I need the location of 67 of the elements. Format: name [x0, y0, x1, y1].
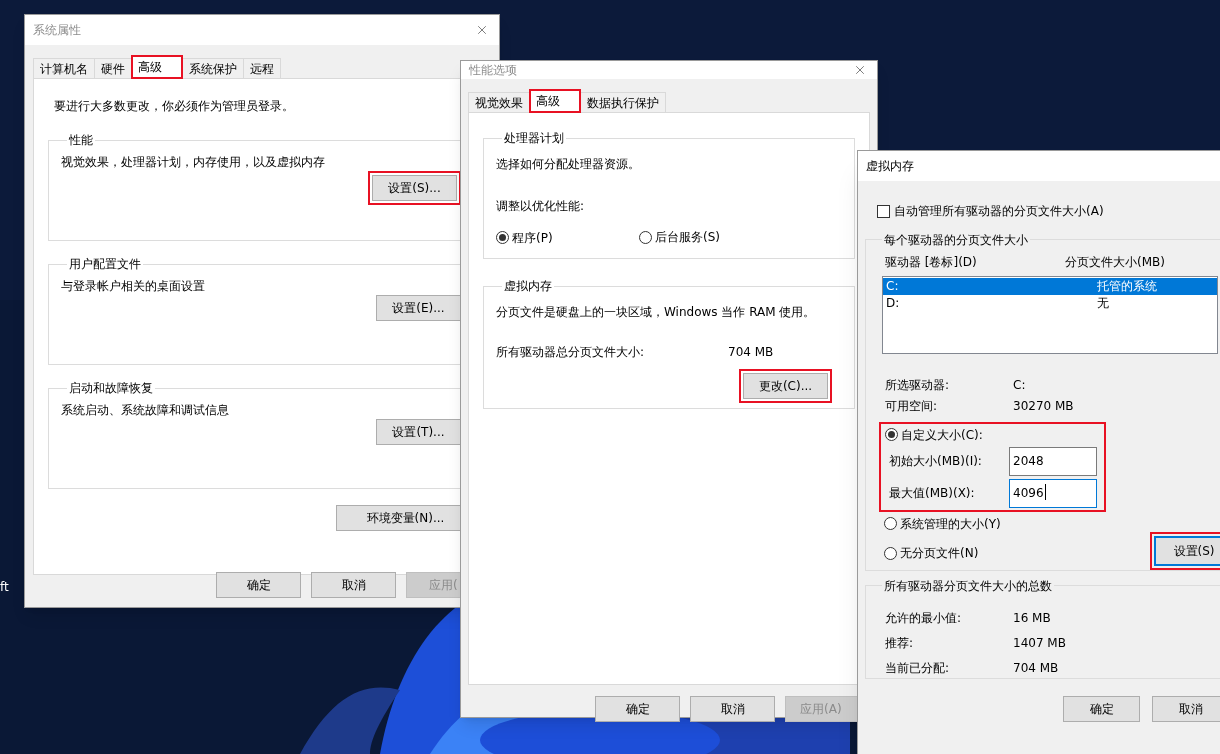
group-description: 系统启动、系统故障和调试信息 [61, 402, 230, 419]
group-description: 视觉效果，处理器计划，内存使用，以及虚拟内存 [61, 154, 326, 171]
dialog-button[interactable]: 设置(T)... [376, 419, 461, 445]
window-title: 性能选项 [469, 62, 517, 79]
info-value: 16 MB [1013, 609, 1051, 627]
dialog-button[interactable]: 设置(S) [1154, 535, 1220, 566]
drive-cell-text: D: [885, 295, 901, 312]
group-title: 虚拟内存 [503, 278, 553, 295]
tab[interactable]: 高级 [131, 55, 183, 79]
size-cell-text: 托管的系统 [1097, 278, 1157, 295]
input-field[interactable]: 2048 [1009, 446, 1097, 476]
info-value: 30270 MB [1013, 397, 1074, 415]
radio-button[interactable]: 无分页文件(N) [884, 544, 979, 562]
info-value: 704 MB [1013, 659, 1059, 677]
close-icon[interactable] [475, 23, 489, 37]
notice-text: 要进行大多数更改，你必须作为管理员登录。 [53, 98, 295, 115]
dialog-button[interactable]: 设置(E)... [376, 295, 461, 321]
dialog-button[interactable]: 确定 [216, 572, 301, 598]
radio-button[interactable]: 后台服务(S) [639, 228, 720, 246]
window-title: 系统属性 [33, 22, 81, 39]
checkbox[interactable]: 自动管理所有驱动器的分页文件大小(A) [877, 202, 1104, 220]
dialog-button[interactable]: 更改(C)... [743, 373, 828, 399]
tab[interactable]: 视觉效果 [468, 92, 530, 113]
dialog-button[interactable]: 确定 [595, 696, 680, 722]
field-value: 704 MB [728, 344, 774, 361]
close-icon[interactable] [853, 63, 867, 77]
group-title: 启动和故障恢复 [68, 380, 154, 397]
dialog-button[interactable]: 取消 [1152, 695, 1220, 722]
field-label: 最大值(MB)(X): [888, 485, 976, 502]
info-label: 允许的最小值: [885, 609, 963, 627]
tab[interactable]: 远程 [243, 58, 281, 79]
radio-button[interactable]: 系统管理的大小(Y) [884, 514, 1001, 533]
group-title: 处理器计划 [503, 130, 565, 147]
tab[interactable]: 数据执行保护 [580, 92, 666, 113]
group-title: 用户配置文件 [68, 256, 142, 273]
column-header: 驱动器 [卷标](D) [885, 253, 978, 271]
info-label: 当前已分配: [885, 659, 951, 677]
desktop-icon-label: ft [0, 579, 9, 596]
group-title: 每个驱动器的分页文件大小 [883, 231, 1029, 249]
dialog-button[interactable]: 设置(S)... [372, 175, 457, 201]
window-title: 虚拟内存 [866, 158, 914, 175]
dialog-button[interactable]: 取消 [311, 572, 396, 598]
drive-cell-text: C: [885, 278, 900, 295]
tab[interactable]: 计算机名 [33, 58, 95, 79]
field-label: 所有驱动器总分页文件大小: [496, 344, 646, 361]
info-label: 可用空间: [885, 397, 939, 415]
size-cell-text: 无 [1097, 295, 1109, 312]
group-description: 选择如何分配处理器资源。 [496, 156, 641, 173]
drive-row[interactable]: C: 托管的系统 [883, 277, 1217, 295]
radio-button[interactable]: 程序(P) [496, 228, 553, 247]
column-header: 分页文件大小(MB) [1065, 253, 1165, 271]
group-description: 分页文件是硬盘上的一块区域，Windows 当作 RAM 使用。 [496, 304, 817, 321]
prompt-text: 调整以优化性能: [496, 198, 586, 215]
info-value: 1407 MB [1013, 634, 1066, 652]
drive-row[interactable]: D: 无 [883, 294, 1217, 312]
info-label: 所选驱动器: [885, 376, 951, 394]
radio-button[interactable]: 自定义大小(C): [885, 425, 1102, 444]
group-description: 与登录帐户相关的桌面设置 [61, 278, 206, 295]
dialog-button[interactable]: 确定 [1063, 695, 1140, 722]
info-label: 推荐: [885, 634, 915, 652]
field-label: 初始大小(MB)(I): [888, 453, 983, 470]
group-title: 性能 [68, 132, 94, 149]
group-title: 所有驱动器分页文件大小的总数 [883, 577, 1053, 595]
tab[interactable]: 高级 [529, 89, 581, 113]
dialog-button[interactable]: 取消 [690, 696, 775, 722]
info-value: C: [1013, 376, 1026, 394]
input-field[interactable]: 4096 [1009, 478, 1097, 508]
